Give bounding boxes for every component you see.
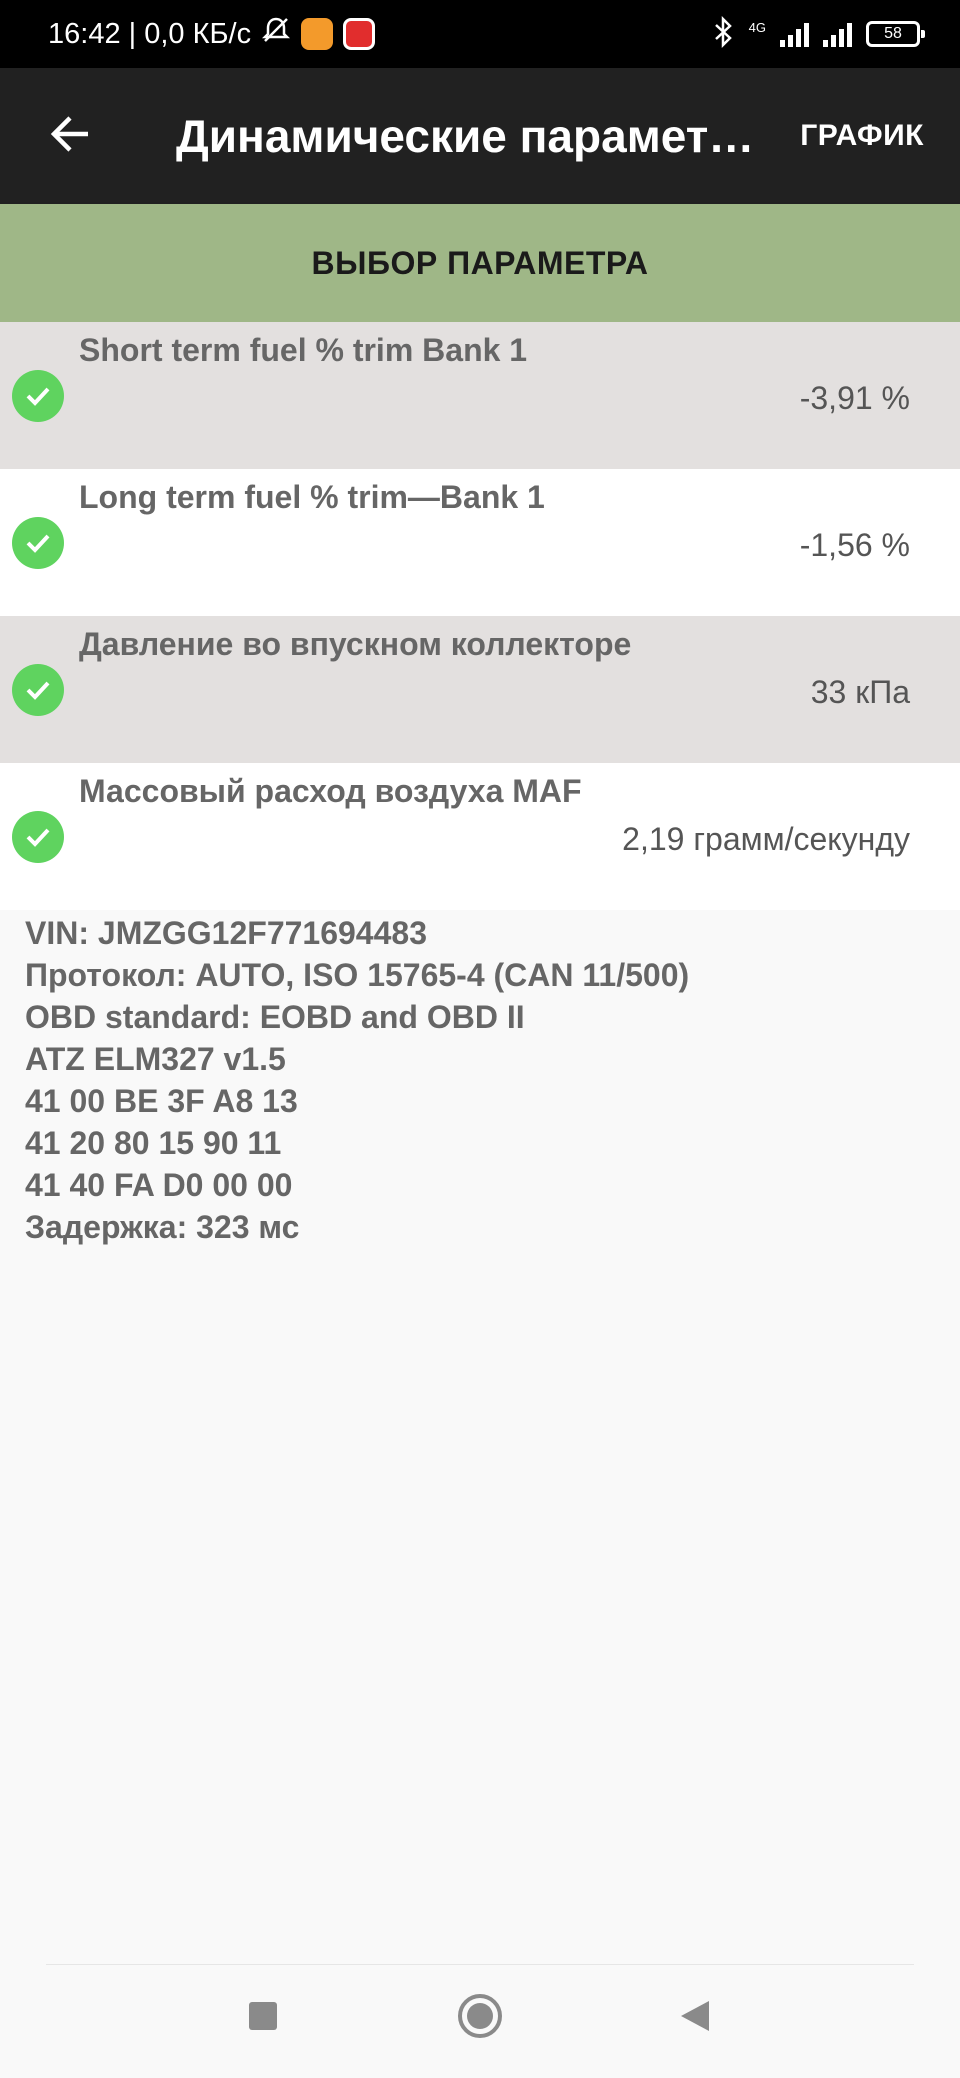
parameter-value: 2,19 грамм/секунду [622,821,910,857]
vin-text: VIN: JMZGG12F771694483 [25,915,427,951]
pid-response-00: 41 00 BE 3F A8 13 [25,1083,298,1119]
app-notification-icon [301,18,334,50]
protocol-text: Протокол: AUTO, ISO 15765-4 (CAN 11/500) [25,957,690,993]
system-nav-bar [0,1966,960,2078]
parameter-value: -1,56 % [799,527,910,563]
car-app-icon [343,18,376,50]
signal-1-icon [780,21,809,47]
adapter-text: ATZ ELM327 v1.5 [25,1041,286,1077]
check-circle-icon[interactable] [12,810,64,863]
recents-button[interactable] [233,1988,293,2048]
back-nav-button[interactable] [665,1988,725,2048]
parameter-row[interactable]: Давление во впускном коллекторе 33 кПа [0,616,960,763]
delay-text: Задержка: 323 мс [25,1209,300,1245]
parameter-row[interactable]: Массовый расход воздуха MAF 2,19 грамм/с… [0,763,960,910]
pid-response-20: 41 20 80 15 90 11 [25,1125,282,1161]
parameter-row[interactable]: Long term fuel % trim—Bank 1 -1,56 % [0,469,960,616]
check-circle-icon[interactable] [12,516,64,569]
parameter-name: Long term fuel % trim—Bank 1 [79,479,545,515]
signal-2-icon [823,21,852,47]
back-button[interactable] [42,108,98,164]
battery-icon: 58 [866,21,925,47]
home-button[interactable] [450,1988,510,2048]
parameter-value: -3,91 % [799,380,910,416]
arrow-left-icon [48,112,92,161]
circle-icon [456,1992,504,2045]
parameter-name: Массовый расход воздуха MAF [79,773,582,809]
bluetooth-icon [713,15,735,53]
parameter-value: 33 кПа [810,674,910,710]
select-parameter-button[interactable]: ВЫБОР ПАРАМЕТРА [0,204,960,322]
app-toolbar: Динамические параметры ГРАФИК [0,68,960,204]
status-bar: 16:42 | 0,0 КБ/с 4G 58 [0,0,960,68]
network-type-label: 4G [748,19,766,35]
status-right: 4G 58 [713,15,925,53]
triangle-left-icon [678,1999,712,2038]
battery-level: 58 [884,25,902,42]
connection-info: VIN: JMZGG12F771694483 Протокол: AUTO, I… [25,912,689,1248]
parameter-name: Short term fuel % trim Bank 1 [79,332,528,368]
parameter-row[interactable]: Short term fuel % trim Bank 1 -3,91 % [0,322,960,469]
parameter-name: Давление во впускном коллекторе [79,626,632,662]
nav-divider [46,1964,914,1965]
mute-bell-icon [261,15,291,53]
check-circle-icon[interactable] [12,369,64,422]
parameter-list: Short term fuel % trim Bank 1 -3,91 % Lo… [0,322,960,910]
obd-standard-text: OBD standard: EOBD and OBD II [25,999,525,1035]
graph-button[interactable]: ГРАФИК [800,119,924,153]
check-circle-icon[interactable] [12,663,64,716]
status-time-speed: 16:42 | 0,0 КБ/с [48,17,252,50]
status-left: 16:42 | 0,0 КБ/с [48,15,376,53]
pid-response-40: 41 40 FA D0 00 00 [25,1167,293,1203]
page-title: Динамические параметры [176,110,761,162]
square-icon [248,2001,278,2036]
